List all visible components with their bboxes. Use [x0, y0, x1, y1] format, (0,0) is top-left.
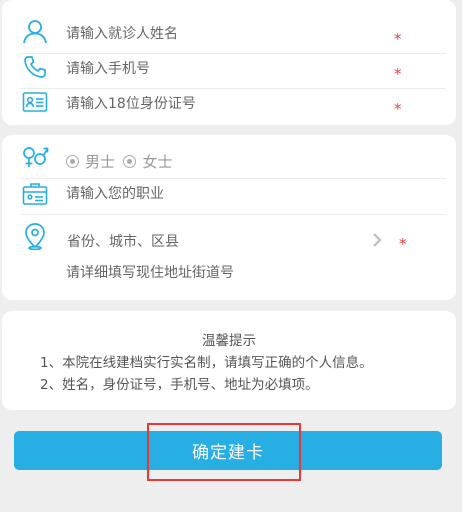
occupation-input[interactable]: [66, 186, 366, 202]
tips-card: 温馨提示 1、本院在线建档实行实名制，请填写正确的个人信息。 2、姓名，身份证号…: [2, 311, 456, 410]
basic-info-card: * * *: [2, 0, 456, 125]
tips-title: 温馨提示: [202, 333, 256, 349]
region-selector[interactable]: 省份、城市、区县: [67, 231, 179, 251]
tips-line-1: 1、本院在线建档实行实名制，请填写正确的个人信息。: [40, 355, 373, 371]
occupation-row[interactable]: [20, 179, 446, 215]
person-icon: [20, 16, 50, 46]
gender-options: 男士 女士: [66, 151, 176, 172]
phone-row[interactable]: *: [20, 54, 446, 89]
radio-male[interactable]: [66, 155, 79, 168]
phone-icon: [20, 52, 50, 82]
gender-row: 男士 女士: [20, 143, 446, 179]
gender-male-option[interactable]: 男士: [66, 153, 123, 171]
address-row[interactable]: [20, 263, 446, 293]
submit-button[interactable]: 确定建卡: [14, 431, 442, 470]
name-row[interactable]: *: [20, 18, 446, 54]
region-row[interactable]: 省份、城市、区县 *: [20, 215, 446, 259]
address-input[interactable]: [66, 265, 386, 281]
tips-line-2: 2、姓名，身份证号，手机号、地址为必填项。: [40, 377, 319, 393]
id-card-icon: [20, 87, 50, 117]
location-pin-icon: [20, 221, 50, 251]
gender-female-option[interactable]: 女士: [123, 153, 176, 171]
required-star: *: [399, 235, 407, 253]
chevron-right-icon: [372, 232, 382, 251]
gender-icon: [20, 143, 50, 173]
required-star: *: [394, 100, 402, 118]
idcard-input[interactable]: [66, 96, 366, 112]
briefcase-icon: [20, 179, 50, 209]
required-star: *: [394, 30, 402, 48]
required-star: *: [394, 65, 402, 83]
radio-female[interactable]: [123, 155, 137, 168]
phone-input[interactable]: [66, 61, 366, 77]
profile-card: 男士 女士 省份、城市、区县: [2, 135, 456, 300]
name-input[interactable]: [66, 26, 366, 42]
idcard-row[interactable]: *: [20, 89, 446, 124]
